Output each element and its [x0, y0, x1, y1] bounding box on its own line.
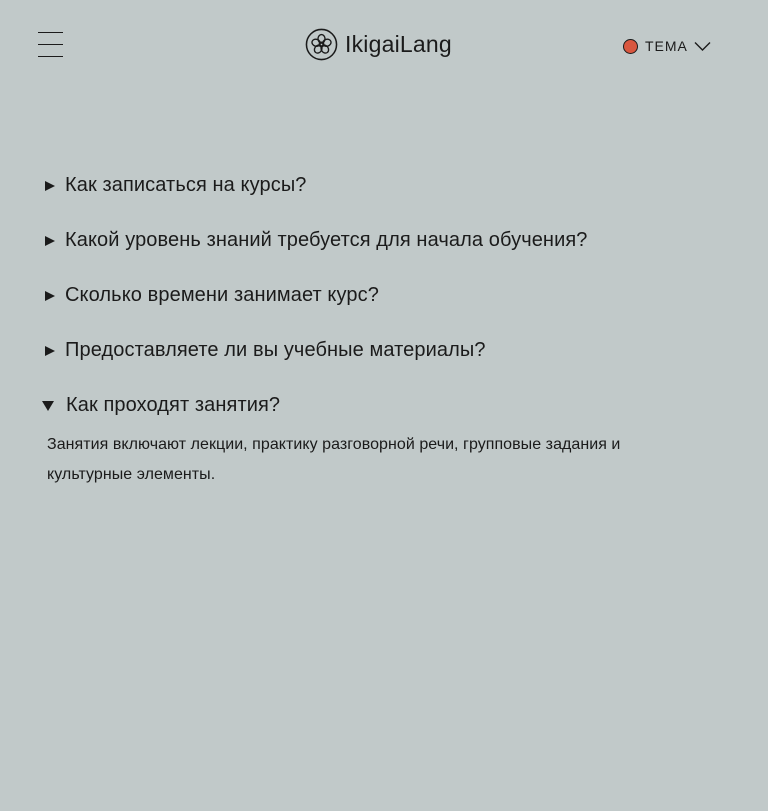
faq-question-text: Как проходят занятия?	[66, 394, 281, 416]
logo-text: IkigaiLang	[345, 30, 452, 57]
site-header: IkigaiLang ТЕМА	[0, 0, 768, 90]
faq-list: Как записаться на курсы? Какой уровень з…	[42, 168, 702, 490]
faq-question-text: Сколько времени занимает курс?	[65, 284, 379, 306]
faq-question-lessons[interactable]: Как проходят занятия?	[42, 388, 702, 423]
triangle-right-icon	[45, 290, 55, 301]
triangle-right-icon	[45, 235, 55, 246]
faq-question-text: Предоставляете ли вы учебные материалы?	[65, 339, 486, 361]
menu-line	[38, 56, 63, 58]
site-logo[interactable]: IkigaiLang	[305, 27, 452, 61]
triangle-right-icon	[45, 345, 55, 356]
theme-label: ТЕМА	[645, 38, 688, 54]
faq-item: Предоставляете ли вы учебные материалы?	[42, 333, 702, 368]
faq-item-open: Как проходят занятия? Занятия включают л…	[42, 388, 702, 490]
faq-item: Какой уровень знаний требуется для начал…	[42, 223, 702, 258]
chevron-down-icon	[694, 41, 711, 51]
flower-logo-icon	[305, 28, 338, 60]
faq-item: Сколько времени занимает курс?	[42, 278, 702, 313]
faq-question-text: Какой уровень знаний требуется для начал…	[65, 229, 588, 251]
faq-question-duration[interactable]: Сколько времени занимает курс?	[42, 278, 702, 313]
faq-question-materials[interactable]: Предоставляете ли вы учебные материалы?	[42, 333, 702, 368]
faq-question-enroll[interactable]: Как записаться на курсы?	[42, 168, 702, 203]
menu-line	[38, 32, 63, 34]
theme-switcher[interactable]: ТЕМА	[623, 36, 711, 56]
faq-question-text: Как записаться на курсы?	[65, 174, 307, 196]
faq-item: Как записаться на курсы?	[42, 168, 702, 203]
hamburger-menu-icon[interactable]	[38, 31, 64, 59]
theme-color-dot	[623, 38, 638, 54]
menu-line	[38, 44, 63, 46]
faq-answer-text: Занятия включают лекции, практику разгов…	[47, 436, 621, 483]
triangle-down-icon	[42, 400, 54, 411]
triangle-right-icon	[45, 180, 55, 191]
faq-question-level[interactable]: Какой уровень знаний требуется для начал…	[42, 223, 702, 258]
